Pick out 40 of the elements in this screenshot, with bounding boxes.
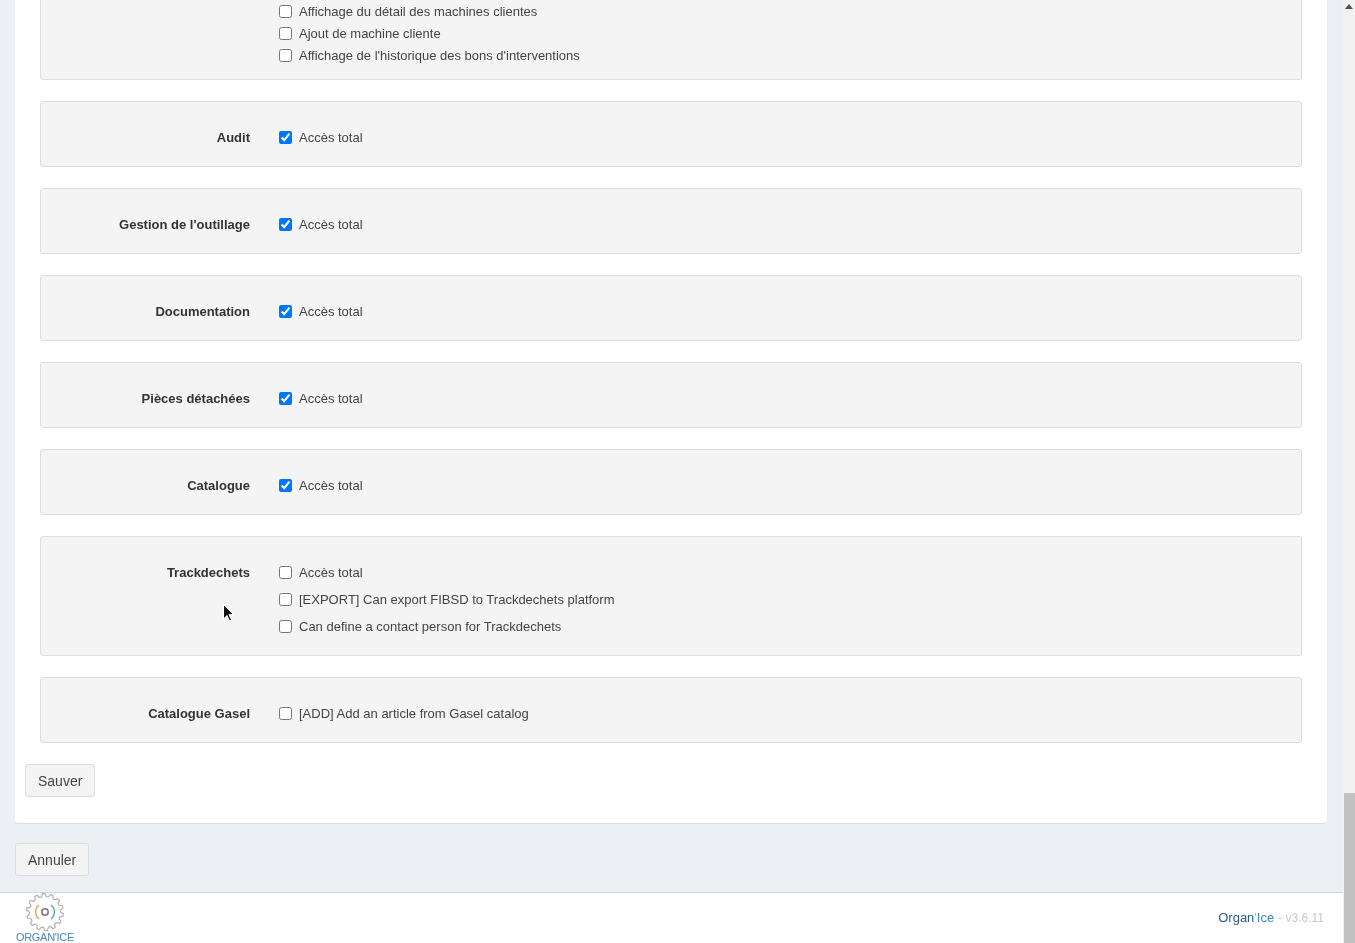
checkbox[interactable]	[279, 26, 292, 40]
scrollbar[interactable]	[1343, 0, 1355, 943]
permission-label[interactable]: Accès total	[299, 130, 363, 145]
checkbox[interactable]	[279, 218, 292, 231]
checkbox[interactable]	[279, 305, 292, 318]
permission-label[interactable]: Accès total	[299, 217, 363, 232]
permission-label[interactable]: Can define a contact person for Trackdechets	[299, 619, 562, 634]
permission-label[interactable]: Accès total	[299, 478, 363, 493]
checkbox[interactable]	[279, 707, 292, 720]
mouse-cursor-icon	[223, 604, 234, 622]
checkbox[interactable]	[279, 48, 292, 62]
permission-label[interactable]: [ADD] Add an article from Gasel catalog	[299, 706, 529, 721]
permission-label[interactable]: [EXPORT] Can export FIBSD to Trackdechets platform	[299, 592, 615, 607]
checkbox[interactable]	[279, 479, 292, 492]
group-label: Gestion de l'outillage	[119, 216, 250, 234]
checkbox[interactable]	[279, 4, 292, 18]
save-button[interactable]: Sauver	[25, 764, 96, 797]
group-label: Audit	[216, 129, 250, 147]
cancel-button[interactable]: Annuler	[15, 843, 90, 876]
scroll-up-arrow-icon[interactable]	[1345, 4, 1353, 9]
logo-text: ORGAN'ICE	[15, 931, 75, 943]
group-label: Documentation	[155, 303, 250, 321]
permission-label[interactable]: Accès total	[299, 565, 363, 580]
permission-label[interactable]: Ajout de machine cliente	[299, 25, 441, 41]
permission-label[interactable]: Accès total	[299, 391, 363, 406]
scrollbar-thumb[interactable]	[1343, 793, 1355, 943]
checkbox[interactable]	[279, 392, 292, 405]
gear-logo-icon	[25, 893, 65, 931]
checkbox[interactable]	[279, 131, 292, 144]
group-label: Pièces détachées	[141, 390, 250, 408]
permission-label[interactable]: Accès total	[299, 304, 363, 319]
checkbox[interactable]	[279, 593, 292, 606]
permission-label[interactable]: Affichage de l'historique des bons d'interventions	[299, 47, 580, 63]
group-label: Trackdechets	[166, 564, 250, 582]
group-label: Catalogue Gasel	[148, 705, 250, 723]
checkbox[interactable]	[279, 620, 292, 633]
permission-label[interactable]: Affichage du détail des machines clientes	[299, 3, 538, 19]
group-label: Catalogue	[187, 477, 250, 495]
checkbox[interactable]	[279, 566, 292, 579]
brand-link[interactable]: Organ'Ice	[1218, 910, 1275, 926]
